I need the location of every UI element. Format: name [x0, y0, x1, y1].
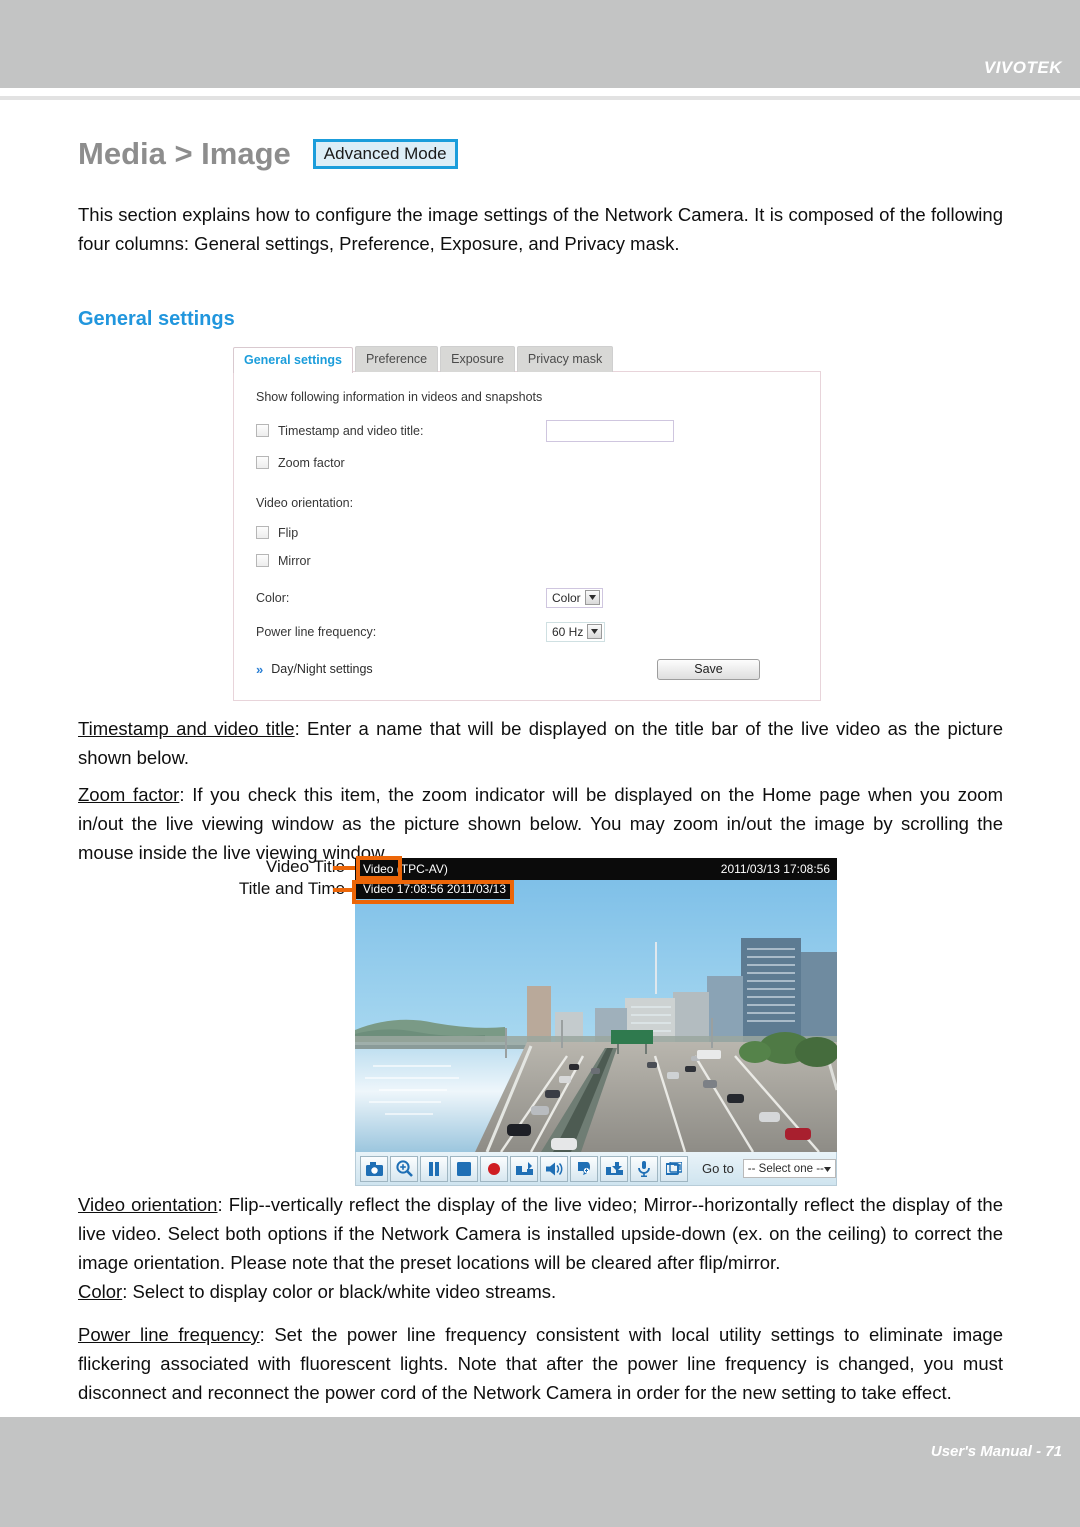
live-video-figure: Video (TPC-AV) 2011/03/13 17:08:56 Video…: [355, 858, 837, 1186]
zoom-factor-checkbox-group[interactable]: Zoom factor: [256, 456, 546, 470]
mirror-row[interactable]: Mirror: [256, 554, 798, 568]
power-line-frequency-value: 60 Hz: [552, 624, 584, 639]
goto-select-value: -- Select one --: [747, 1162, 824, 1175]
timestamp-description-paragraph: Timestamp and video title: Enter a name …: [78, 714, 1003, 772]
tab-privacy-mask[interactable]: Privacy mask: [516, 346, 614, 372]
power-line-frequency-paragraph: Power line frequency: Set the power line…: [78, 1320, 1003, 1407]
save-snapshot-icon[interactable]: [510, 1155, 538, 1182]
double-chevron-right-icon: »: [256, 661, 264, 677]
flip-row[interactable]: Flip: [256, 526, 798, 540]
save-button[interactable]: Save: [657, 658, 760, 680]
talk-icon[interactable]: [570, 1155, 598, 1182]
color-select-value: Color: [552, 590, 581, 605]
goto-label: Go to: [702, 1161, 734, 1176]
speaker-icon[interactable]: [540, 1155, 568, 1182]
chevron-down-icon: [824, 1163, 831, 1175]
daynight-settings-label: Day/Night settings: [271, 662, 373, 677]
zoom-factor-row[interactable]: Zoom factor: [256, 456, 798, 470]
color-label: Color:: [256, 590, 290, 605]
highlight-video-title: [356, 856, 402, 880]
tab-exposure[interactable]: Exposure: [440, 346, 515, 372]
timestamp-checkbox[interactable]: [256, 424, 269, 438]
timestamp-checkbox-group[interactable]: Timestamp and video title:: [256, 424, 546, 438]
video-datetime-text: 2011/03/13 17:08:56: [720, 862, 830, 876]
mirror-label: Mirror: [278, 553, 311, 568]
power-line-frequency-label: Power line frequency:: [256, 624, 377, 639]
tab-general-settings[interactable]: General settings: [233, 347, 353, 373]
pause-icon[interactable]: [420, 1155, 448, 1182]
section-heading-general-settings: General settings: [78, 308, 235, 330]
color-term: Color: [78, 1281, 123, 1302]
mirror-checkbox[interactable]: [256, 554, 269, 568]
video-title-input[interactable]: [546, 419, 674, 442]
highlight-title-and-time: [352, 880, 514, 904]
page-title-row: Media > Image Advanced Mode: [78, 136, 458, 172]
zoom-factor-description: : If you check this item, the zoom indic…: [78, 784, 1003, 863]
header-divider: [0, 96, 1080, 100]
page-title: Media > Image: [78, 136, 291, 171]
callout-video-title: Video Title: [265, 857, 345, 876]
video-orientation-term: Video orientation: [78, 1194, 218, 1215]
general-settings-panel: General settings Preference Exposure Pri…: [233, 346, 821, 701]
settings-tabs: General settings Preference Exposure Pri…: [233, 346, 821, 373]
color-description: : Select to display color or black/white…: [122, 1281, 557, 1302]
flip-checkbox[interactable]: [256, 526, 269, 540]
live-video-stage[interactable]: Video 17:08:56 2011/03/13: [355, 880, 837, 1152]
flip-label: Flip: [278, 525, 299, 540]
power-line-frequency-select[interactable]: 60 Hz: [546, 621, 606, 642]
page-footer-band: User's Manual - 71: [0, 1417, 1080, 1527]
power-line-frequency-row: Power line frequency: 60 Hz: [256, 621, 798, 642]
live-video-toolbar: Go to -- Select one --: [355, 1152, 837, 1186]
video-orientation-paragraph: Video orientation: Flip--vertically refl…: [78, 1190, 1003, 1277]
brand-logo: VIVOTEK: [983, 58, 1062, 77]
timestamp-term: Timestamp and video title: [78, 718, 295, 739]
live-video-image: [355, 880, 837, 1152]
page-header-band: VIVOTEK: [0, 0, 1080, 88]
snapshot-icon[interactable]: [360, 1155, 388, 1182]
video-orientation-label: Video orientation:: [256, 495, 354, 510]
advanced-mode-button[interactable]: Advanced Mode: [312, 138, 458, 170]
fullscreen-icon[interactable]: [660, 1155, 688, 1182]
storage-icon[interactable]: [600, 1155, 628, 1182]
timestamp-label: Timestamp and video title:: [278, 423, 424, 438]
microphone-icon[interactable]: [630, 1155, 658, 1182]
intro-paragraph: This section explains how to configure t…: [78, 204, 1003, 254]
record-icon[interactable]: [480, 1155, 508, 1182]
callout-title-and-time: Title and Time: [238, 879, 345, 898]
flip-checkbox-group[interactable]: Flip: [256, 526, 546, 540]
timestamp-row: Timestamp and video title:: [256, 419, 798, 442]
mirror-checkbox-group[interactable]: Mirror: [256, 554, 546, 568]
show-info-label: Show following information in videos and…: [256, 389, 543, 404]
tab-preference[interactable]: Preference: [354, 346, 439, 372]
color-paragraph: Color: Select to display color or black/…: [78, 1277, 1003, 1306]
stop-icon[interactable]: [450, 1155, 478, 1182]
zoom-factor-label: Zoom factor: [278, 455, 345, 470]
zoom-factor-description-paragraph: Zoom factor: If you check this item, the…: [78, 780, 1003, 867]
footer-manual-label: User's Manual - 71: [930, 1443, 1062, 1460]
zoom-factor-term: Zoom factor: [78, 784, 180, 805]
power-line-frequency-term: Power line frequency: [78, 1324, 260, 1345]
goto-select[interactable]: -- Select one --: [742, 1159, 836, 1178]
digital-zoom-icon[interactable]: [390, 1155, 418, 1182]
video-orientation-description: : Flip--vertically reflect the display o…: [78, 1194, 1004, 1273]
color-select[interactable]: Color: [546, 587, 603, 608]
zoom-factor-checkbox[interactable]: [256, 456, 269, 470]
chevron-down-icon: [587, 624, 603, 640]
color-row: Color: Color: [256, 587, 798, 608]
video-title-bar: Video (TPC-AV) 2011/03/13 17:08:56: [355, 858, 837, 880]
settings-panel-body: Show following information in videos and…: [233, 370, 821, 701]
chevron-down-icon: [584, 590, 600, 606]
